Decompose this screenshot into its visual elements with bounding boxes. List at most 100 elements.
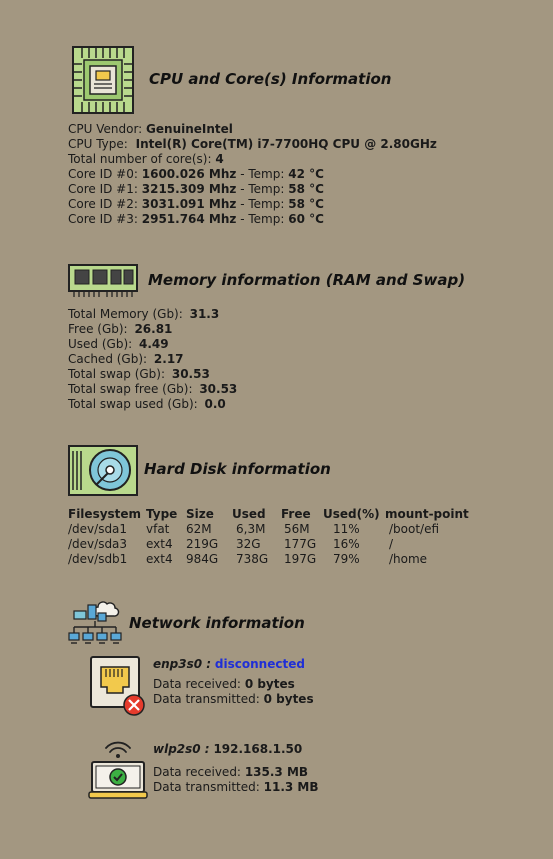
data-received-value: 135.3 MB — [244, 765, 309, 779]
interface-name: wlp2s0 : — [153, 742, 210, 756]
type-cell: ext4 — [146, 537, 173, 551]
interface-header: enp3s0 : disconnected — [153, 657, 314, 672]
data-transmitted-row: Data transmitted: 11.3 MB — [153, 780, 319, 795]
core-frequency: 1600.026 Mhz — [141, 167, 237, 181]
data-received-label: Data received: — [153, 677, 241, 691]
column-header: mount-point — [385, 507, 469, 521]
interface-wlp2s0: wlp2s0 : 192.168.1.50 Data received: 135… — [153, 742, 319, 795]
memory-label: Used (Gb): — [68, 337, 133, 351]
ram-module-icon — [68, 264, 138, 298]
core-temperature: 58 °C — [288, 197, 324, 211]
column-header: Size — [186, 507, 214, 521]
free-cell: 197G — [284, 552, 317, 566]
used-cell: 6,3M — [236, 522, 266, 536]
cpu-section-title: CPU and Core(s) Information — [149, 70, 392, 88]
cpu-chip-icon — [72, 46, 134, 114]
memory-label: Total swap (Gb): — [68, 367, 166, 381]
core-temperature: 60 °C — [288, 212, 324, 226]
data-transmitted-label: Data transmitted: — [153, 780, 260, 794]
hard-disk-icon — [68, 445, 138, 496]
core-temp-label: - Temp: — [240, 197, 285, 211]
filesystem-cell: /dev/sda1 — [68, 522, 128, 536]
used-cell: 32G — [236, 537, 261, 551]
cpu-type-value: Intel(R) Core(TM) i7-7700HQ CPU @ 2.80GH… — [135, 137, 437, 151]
column-header: Used(%) — [323, 507, 380, 521]
memory-row: Total swap (Gb): 30.53 — [68, 367, 237, 382]
memory-section-title: Memory information (RAM and Swap) — [148, 271, 466, 289]
data-received-row: Data received: 0 bytes — [153, 677, 314, 692]
column-header: Type — [146, 507, 178, 521]
memory-row: Free (Gb): 26.81 — [68, 322, 237, 337]
used-percent-cell: 11% — [333, 522, 360, 536]
core-temp-label: - Temp: — [240, 182, 285, 196]
core-temperature: 42 °C — [288, 167, 324, 181]
interface-enp3s0: enp3s0 : disconnected Data received: 0 b… — [153, 657, 314, 707]
memory-row: Used (Gb): 4.49 — [68, 337, 237, 352]
memory-value: 4.49 — [139, 337, 169, 351]
interface-ip: 192.168.1.50 — [213, 742, 303, 756]
core-temp-label: - Temp: — [240, 212, 285, 226]
memory-row: Total swap free (Gb): 30.53 — [68, 382, 237, 397]
cpu-vendor-label: CPU Vendor: — [68, 122, 143, 136]
memory-value: 2.17 — [153, 352, 184, 366]
memory-value: 30.53 — [199, 382, 238, 396]
data-transmitted-value: 0 bytes — [263, 692, 314, 706]
used-cell: 738G — [236, 552, 269, 566]
interface-status: disconnected — [214, 657, 305, 671]
cpu-cores-value: 4 — [215, 152, 224, 166]
cpu-type-row: CPU Type: Intel(R) Core(TM) i7-7700HQ CP… — [68, 137, 437, 152]
core-temp-label: - Temp: — [240, 167, 285, 181]
core-row-3: Core ID #3: 2951.764 Mhz - Temp: 60 °C — [68, 212, 437, 227]
used-percent-cell: 16% — [333, 537, 360, 551]
free-cell: 177G — [284, 537, 317, 551]
size-cell: 219G — [186, 537, 219, 551]
core-label: Core ID #3: — [68, 212, 138, 226]
table-row: /dev/sdb1 ext4 984G 738G 197G 79% /home — [68, 552, 475, 567]
type-cell: vfat — [146, 522, 170, 536]
cpu-cores-label: Total number of core(s): — [68, 152, 212, 166]
memory-label: Total Memory (Gb): — [68, 307, 183, 321]
interface-header: wlp2s0 : 192.168.1.50 — [153, 742, 319, 757]
data-received-label: Data received: — [153, 765, 241, 779]
memory-row: Total Memory (Gb): 31.3 — [68, 307, 237, 322]
filesystem-cell: /dev/sda3 — [68, 537, 128, 551]
type-cell: ext4 — [146, 552, 173, 566]
cpu-vendor-row: CPU Vendor: GenuineIntel — [68, 122, 437, 137]
mount-point-cell: /boot/efi — [389, 522, 440, 536]
filesystem-cell: /dev/sdb1 — [68, 552, 128, 566]
memory-value: 26.81 — [134, 322, 173, 336]
memory-value: 31.3 — [189, 307, 220, 321]
size-cell: 62M — [186, 522, 212, 536]
core-frequency: 2951.764 Mhz — [141, 212, 237, 226]
cpu-info: CPU Vendor: GenuineIntel CPU Type: Intel… — [68, 122, 437, 227]
disk-table: Filesystem Type Size Used Free Used(%) m… — [68, 507, 475, 567]
memory-value: 0.0 — [204, 397, 226, 411]
table-row: /dev/sda3 ext4 219G 32G 177G 16% / — [68, 537, 475, 552]
core-temperature: 58 °C — [288, 182, 324, 196]
core-row-0: Core ID #0: 1600.026 Mhz - Temp: 42 °C — [68, 167, 437, 182]
size-cell: 984G — [186, 552, 219, 566]
memory-row: Total swap used (Gb): 0.0 — [68, 397, 237, 412]
core-row-1: Core ID #1: 3215.309 Mhz - Temp: 58 °C — [68, 182, 437, 197]
core-label: Core ID #0: — [68, 167, 138, 181]
network-topology-icon — [68, 597, 122, 645]
memory-info: Total Memory (Gb): 31.3 Free (Gb): 26.81… — [68, 307, 237, 412]
memory-label: Free (Gb): — [68, 322, 128, 336]
memory-label: Total swap free (Gb): — [68, 382, 193, 396]
column-header: Free — [281, 507, 311, 521]
data-transmitted-label: Data transmitted: — [153, 692, 260, 706]
memory-label: Total swap used (Gb): — [68, 397, 198, 411]
column-header: Used — [232, 507, 266, 521]
network-section-title: Network information — [129, 614, 305, 632]
mount-point-cell: / — [389, 537, 394, 551]
table-row: /dev/sda1 vfat 62M 6,3M 56M 11% /boot/ef… — [68, 522, 475, 537]
mount-point-cell: /home — [389, 552, 428, 566]
used-percent-cell: 79% — [333, 552, 360, 566]
interface-name: enp3s0 : — [153, 657, 212, 671]
data-transmitted-value: 11.3 MB — [263, 780, 319, 794]
core-frequency: 3031.091 Mhz — [141, 197, 237, 211]
data-transmitted-row: Data transmitted: 0 bytes — [153, 692, 314, 707]
disk-table-header: Filesystem Type Size Used Free Used(%) m… — [68, 507, 475, 522]
cpu-cores-row: Total number of core(s): 4 — [68, 152, 437, 167]
memory-label: Cached (Gb): — [68, 352, 148, 366]
